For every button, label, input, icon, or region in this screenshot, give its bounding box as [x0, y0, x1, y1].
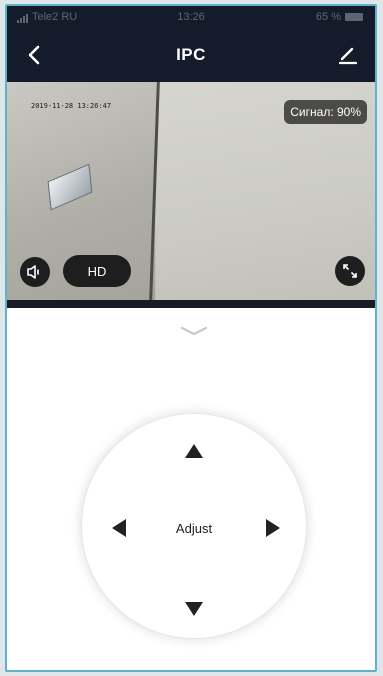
quality-hd-button[interactable]: HD [63, 255, 131, 287]
app-screen: Tele2 RU 13:26 65 % IPC 2019-11-28 13:26… [5, 4, 377, 672]
pan-down-button[interactable] [183, 598, 205, 620]
edit-button[interactable] [335, 42, 361, 68]
chevron-down-icon [180, 326, 208, 336]
status-bar: Tele2 RU 13:26 65 % [7, 6, 375, 28]
video-timestamp: 2019-11-28 13:26:47 [31, 102, 112, 110]
triangle-down-icon [185, 602, 203, 616]
collapse-panel-button[interactable] [177, 324, 211, 338]
battery-indicator: 65 % [316, 11, 363, 23]
speaker-icon [27, 265, 39, 279]
battery-icon [345, 13, 363, 22]
camera-video-feed[interactable]: 2019-11-28 13:26:47 Сигнал: 90% HD [7, 82, 375, 300]
battery-percent: 65 % [315, 11, 341, 23]
fullscreen-button[interactable] [335, 256, 365, 286]
video-bottom-bar [7, 300, 375, 308]
sound-toggle-button[interactable] [20, 257, 50, 287]
triangle-up-icon [185, 444, 203, 458]
ptz-direction-pad[interactable]: Adjust [82, 414, 306, 638]
page-title: IPC [176, 45, 206, 64]
pan-up-button[interactable] [183, 440, 205, 462]
navigation-bar: IPC [7, 28, 375, 82]
pencil-icon [338, 47, 358, 65]
triangle-right-icon [266, 519, 280, 537]
fullscreen-icon [343, 264, 357, 278]
signal-strength-badge: Сигнал: 90% [284, 100, 367, 124]
pan-right-button[interactable] [262, 517, 284, 539]
